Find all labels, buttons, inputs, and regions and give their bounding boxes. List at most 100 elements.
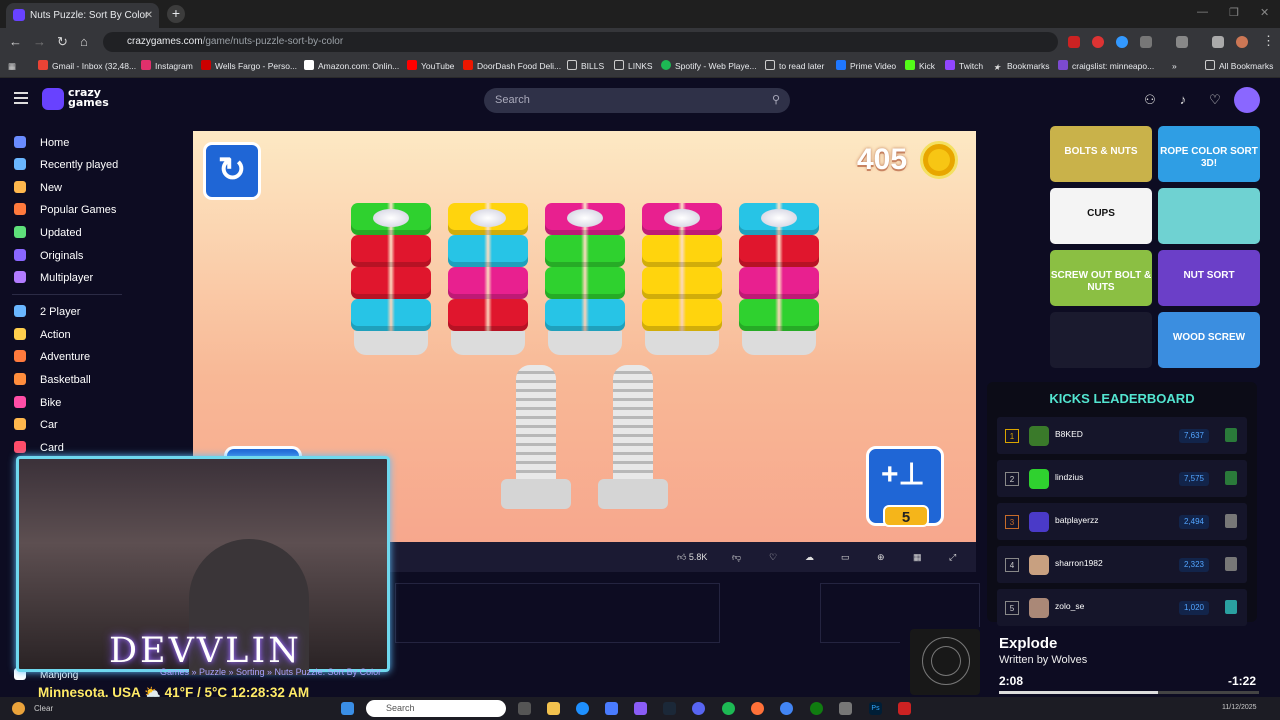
bookmark-item[interactable]: Twitch — [945, 60, 983, 73]
sidebar-item-car[interactable]: Car — [14, 417, 58, 433]
bookmark-item[interactable]: Amazon.com: Onlin... — [304, 60, 399, 73]
snipping-icon[interactable] — [839, 702, 852, 715]
taskbar-search[interactable]: Search — [366, 700, 506, 717]
leaderboard-row[interactable]: 3 batplayerzz 2,494 — [997, 503, 1247, 540]
file-explorer-icon[interactable] — [547, 702, 560, 715]
nut-green[interactable] — [545, 267, 625, 299]
edge-icon[interactable] — [576, 702, 589, 715]
notifications-bell-icon[interactable]: ♪ — [1176, 93, 1190, 107]
sidebar-item-new[interactable]: New — [14, 180, 62, 196]
nut-pink[interactable] — [739, 267, 819, 299]
site-search-input[interactable]: Search ⚲ — [484, 88, 790, 113]
sidebar-item-card[interactable]: Card — [14, 440, 64, 456]
game-thumbnail[interactable] — [1158, 188, 1260, 244]
start-icon[interactable] — [341, 702, 354, 715]
nut-yellow[interactable] — [642, 235, 722, 267]
maximize-icon[interactable]: ❐ — [1229, 6, 1239, 19]
search-icon[interactable]: ⚲ — [772, 88, 780, 113]
sidebar-item-basketball[interactable]: Basketball — [14, 372, 91, 388]
weather-icon[interactable] — [12, 702, 25, 715]
forward-icon[interactable]: → — [33, 34, 46, 49]
xbox-icon[interactable] — [810, 702, 823, 715]
bookmark-item[interactable]: YouTube — [407, 60, 454, 73]
new-tab-button[interactable]: + — [167, 5, 185, 23]
crazygames-logo-icon[interactable] — [42, 88, 64, 110]
all-bookmarks-button[interactable]: All Bookmarks — [1205, 60, 1273, 73]
bookmarks-overflow-icon[interactable]: » — [1172, 60, 1177, 73]
nut-green[interactable] — [739, 299, 819, 331]
game-thumbnail[interactable]: CUPS — [1050, 188, 1152, 244]
bookmark-item[interactable]: Kick — [905, 60, 935, 73]
sidebar-item-adventure[interactable]: Adventure — [14, 349, 90, 365]
like-button[interactable]: 👍︎ 5.8K — [677, 550, 707, 564]
bookmark-folder[interactable]: LINKS — [614, 60, 653, 73]
bookmark-item[interactable]: Instagram — [141, 60, 193, 73]
add-bolt-button[interactable]: +⊥ 5 — [866, 446, 944, 527]
bookmark-folder[interactable]: BILLS — [567, 60, 604, 73]
friends-icon[interactable]: ⚇ — [1143, 93, 1157, 107]
favorite-heart-icon[interactable]: ♡ — [769, 550, 777, 564]
sidebar-item-bike[interactable]: Bike — [14, 395, 61, 411]
leaderboard-row[interactable]: 1 B8KED 7,637 — [997, 417, 1247, 454]
favorites-heart-icon[interactable]: ♡ — [1208, 93, 1222, 107]
extension-red-icon[interactable] — [1092, 36, 1104, 48]
nut-red[interactable] — [739, 235, 819, 267]
extensions-puzzle-icon[interactable] — [1140, 36, 1152, 48]
nut-yellow[interactable] — [642, 267, 722, 299]
extension-blue-icon[interactable] — [1116, 36, 1128, 48]
game-thumbnail[interactable] — [1050, 312, 1152, 368]
bookmark-item[interactable]: DoorDash Food Deli... — [463, 60, 561, 73]
bookmark-item[interactable]: Prime Video — [836, 60, 896, 73]
game-thumbnail[interactable]: ROPE COLOR SORT 3D! — [1158, 126, 1260, 182]
game-thumbnail[interactable]: BOLTS & NUTS — [1050, 126, 1152, 182]
home-icon[interactable]: ⌂ — [80, 34, 88, 49]
side-panel-icon[interactable] — [1176, 36, 1188, 48]
empty-bolt[interactable] — [516, 365, 556, 487]
user-avatar[interactable] — [1234, 87, 1260, 113]
obs-icon[interactable] — [898, 702, 911, 715]
dislike-icon[interactable]: 👎︎ — [732, 550, 741, 564]
leaderboard-row[interactable]: 2 lindzius 7,575 — [997, 460, 1247, 497]
leaderboard-row[interactable]: 5 zolo_se 1,020 — [997, 589, 1247, 626]
profile-icon[interactable] — [1236, 36, 1248, 48]
sidebar-item-updated[interactable]: Updated — [14, 225, 82, 241]
leaderboard-row[interactable]: 4 sharron1982 2,323 — [997, 546, 1247, 583]
nut-cyan[interactable] — [448, 235, 528, 267]
bookmark-item[interactable]: Gmail - Inbox (32,48... — [38, 60, 136, 73]
breadcrumb[interactable]: Games » Puzzle » Sorting » Nuts Puzzle: … — [160, 667, 381, 677]
report-icon[interactable]: ▭ — [841, 550, 850, 564]
minimize-icon[interactable]: — — [1197, 6, 1208, 18]
close-tab-icon[interactable]: ✕ — [145, 3, 153, 28]
empty-bolt[interactable] — [613, 365, 653, 487]
target-icon[interactable]: ⊕ — [877, 550, 885, 564]
bookmark-item[interactable]: Spotify - Web Playe... — [661, 60, 757, 73]
nut-pink[interactable] — [448, 267, 528, 299]
task-view-icon[interactable] — [518, 702, 531, 715]
game-thumbnail[interactable]: SCREW OUT BOLT & NUTS — [1050, 250, 1152, 306]
browser-tab[interactable]: Nuts Puzzle: Sort By Color ✕ — [6, 3, 159, 28]
copilot-icon[interactable] — [634, 702, 647, 715]
sidebar-item-action[interactable]: Action — [14, 327, 71, 343]
nut-red[interactable] — [351, 267, 431, 299]
bookmark-folder[interactable]: to read later — [765, 60, 824, 73]
media-control-icon[interactable] — [1212, 36, 1224, 48]
firefox-icon[interactable] — [751, 702, 764, 715]
store-icon[interactable] — [605, 702, 618, 715]
menu-dots-icon[interactable]: ⋮ — [1262, 33, 1275, 49]
steam-icon[interactable] — [663, 702, 676, 715]
sidebar-item-popular[interactable]: Popular Games — [14, 202, 116, 218]
reload-icon[interactable]: ↻ — [57, 34, 68, 50]
theater-icon[interactable]: ▦ — [913, 550, 922, 564]
photoshop-icon[interactable]: Ps — [869, 702, 882, 715]
fullscreen-icon[interactable]: ⤢ — [949, 550, 956, 564]
sidebar-item-multiplayer[interactable]: Multiplayer — [14, 270, 93, 286]
bookmark-item[interactable]: ★ Bookmarks — [993, 60, 1050, 73]
site-logo-text[interactable]: crazy games — [68, 87, 109, 108]
restart-button[interactable]: ↻ — [203, 142, 261, 200]
share-icon[interactable]: ☁ — [805, 550, 814, 564]
bookmark-item[interactable]: Wells Fargo - Perso... — [201, 60, 297, 73]
apps-grid-icon[interactable]: ▦ — [8, 60, 16, 73]
discord-icon[interactable] — [692, 702, 705, 715]
close-window-icon[interactable]: ✕ — [1260, 6, 1269, 19]
sidebar-item-recently-played[interactable]: Recently played — [14, 157, 118, 173]
